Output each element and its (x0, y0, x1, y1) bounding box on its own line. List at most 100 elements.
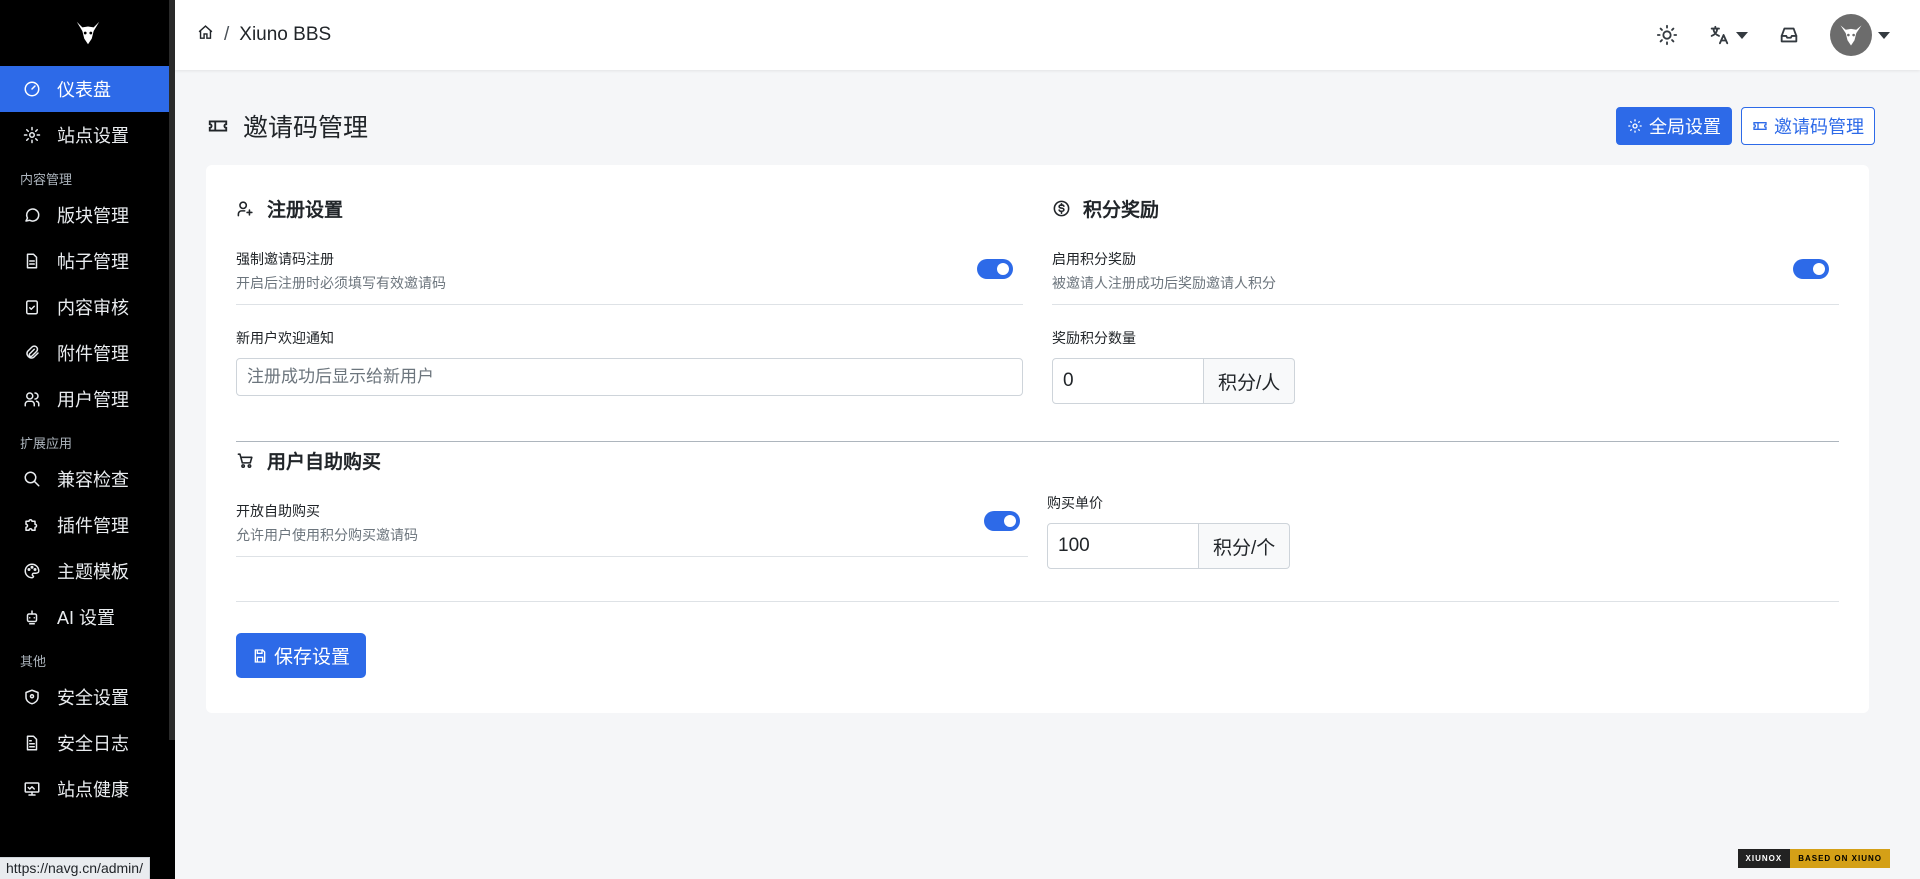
force-invite-row: 强制邀请码注册 开启后注册时必须填写有效邀请码 (236, 249, 1023, 305)
monitor-icon (22, 779, 42, 799)
price-input[interactable] (1047, 523, 1199, 569)
sidebar-item-review[interactable]: 内容审核 (0, 284, 175, 330)
sidebar-section-content: 内容管理 (20, 172, 73, 187)
sidebar-item-label: 版块管理 (57, 206, 129, 226)
topbar: / Xiuno BBS (175, 0, 1920, 70)
sidebar-item-compat-check[interactable]: 兼容检查 (0, 456, 175, 502)
price-unit: 积分/个 (1199, 523, 1291, 569)
translate-icon (1710, 25, 1729, 45)
open-purchase-label: 开放自助购买 (236, 503, 320, 519)
sidebar-item-label: 主题模板 (57, 562, 129, 582)
open-purchase-row: 开放自助购买 允许用户使用积分购买邀请码 (236, 501, 1028, 557)
open-purchase-toggle[interactable] (984, 511, 1020, 531)
logo[interactable] (0, 0, 175, 66)
reward-section-title: 积分奖励 (1052, 195, 1159, 222)
bull-logo-icon (76, 21, 99, 45)
sidebar-item-label: 内容审核 (57, 298, 129, 318)
sidebar-item-site-settings[interactable]: 站点设置 (0, 112, 175, 158)
notifications-button[interactable] (1778, 24, 1800, 46)
reward-amount-unit: 积分/人 (1204, 358, 1296, 404)
sidebar-item-users[interactable]: 用户管理 (0, 376, 175, 422)
enable-reward-desc: 被邀请人注册成功后奖励邀请人积分 (1052, 275, 1276, 291)
welcome-notice-label: 新用户欢迎通知 (236, 330, 334, 346)
inbox-icon (1780, 27, 1798, 43)
user-menu[interactable] (1830, 14, 1890, 56)
theme-toggle-button[interactable] (1656, 24, 1678, 46)
invite-manage-button[interactable]: 邀请码管理 (1741, 107, 1875, 145)
user-plus-icon (237, 201, 253, 217)
breadcrumb-site-name[interactable]: Xiuno BBS (239, 24, 331, 46)
sidebar-item-label: 安全日志 (57, 734, 129, 754)
register-section-title: 注册设置 (236, 195, 343, 222)
sidebar-section-other: 其他 (20, 654, 47, 669)
main-content: 邀请码管理 全局设置 邀请码管理 注册设置 强制邀请码注册 开启后注册时必须填写… (175, 70, 1920, 879)
force-invite-label: 强制邀请码注册 (236, 251, 334, 267)
page-header: 邀请码管理 (207, 108, 368, 144)
chevron-down-icon (1736, 31, 1748, 39)
settings-card: 注册设置 强制邀请码注册 开启后注册时必须填写有效邀请码 新用户欢迎通知 积分奖… (206, 165, 1869, 713)
header-buttons: 全局设置 邀请码管理 (1616, 107, 1875, 145)
top-actions (1656, 0, 1920, 70)
save-icon (254, 648, 266, 663)
sidebar-item-label: 附件管理 (57, 344, 129, 364)
gear-icon (22, 125, 42, 145)
purchase-title-text: 用户自助购买 (267, 452, 382, 473)
breadcrumb: / Xiuno BBS (197, 24, 331, 47)
search-icon (22, 469, 42, 489)
sidebar-item-security-log[interactable]: 安全日志 (0, 720, 175, 766)
status-bar-url: https://navg.cn/admin/ (0, 857, 150, 879)
welcome-notice-input[interactable] (236, 358, 1023, 396)
puzzle-icon (22, 515, 42, 535)
force-invite-toggle[interactable] (977, 259, 1013, 279)
section-divider (236, 441, 1839, 442)
sidebar-item-ai-settings[interactable]: AI 设置 (0, 594, 175, 640)
sidebar-item-site-health[interactable]: 站点健康 (0, 766, 175, 812)
sidebar-section-extend: 扩展应用 (20, 436, 73, 451)
sidebar-item-themes[interactable]: 主题模板 (0, 548, 175, 594)
palette-icon (22, 561, 42, 581)
dashboard-icon (22, 79, 42, 99)
avatar (1830, 14, 1872, 56)
price-label: 购买单价 (1047, 495, 1103, 511)
coin-icon (1053, 200, 1070, 217)
register-title-text: 注册设置 (267, 200, 344, 221)
reward-amount-input[interactable] (1052, 358, 1204, 404)
price-group: 积分/个 (1047, 523, 1291, 569)
footer-badge[interactable]: XIUNOX BASED ON XIUNO (1737, 849, 1890, 868)
ticket-icon (208, 120, 228, 132)
save-settings-label: 保存设置 (274, 647, 351, 668)
reward-amount-group: 积分/人 (1052, 358, 1296, 404)
global-settings-button[interactable]: 全局设置 (1616, 107, 1732, 145)
footer-badge-right: BASED ON XIUNO (1790, 849, 1890, 868)
sidebar-item-dashboard[interactable]: 仪表盘 (0, 66, 175, 112)
sidebar-item-label: 用户管理 (57, 390, 129, 410)
enable-reward-toggle[interactable] (1793, 259, 1829, 279)
invite-manage-label: 邀请码管理 (1774, 117, 1864, 137)
page-title: 邀请码管理 (243, 114, 369, 142)
robot-icon (22, 607, 42, 627)
chevron-down-icon (1878, 31, 1890, 39)
sidebar-item-label: 仪表盘 (57, 80, 111, 100)
purchase-section-title: 用户自助购买 (236, 447, 381, 474)
sidebar: 仪表盘 站点设置 内容管理 版块管理 帖子管理 内容审核 附件管理 用户管理 扩… (0, 0, 175, 879)
sidebar-item-attachments[interactable]: 附件管理 (0, 330, 175, 376)
sun-icon (1656, 24, 1678, 46)
cart-icon (237, 453, 253, 469)
global-settings-label: 全局设置 (1649, 117, 1721, 137)
sidebar-item-label: 帖子管理 (57, 252, 129, 272)
home-icon[interactable] (197, 24, 214, 47)
sidebar-item-security[interactable]: 安全设置 (0, 674, 175, 720)
sidebar-item-plugins[interactable]: 插件管理 (0, 502, 175, 548)
sidebar-item-label: 兼容检查 (57, 470, 129, 490)
sidebar-item-posts[interactable]: 帖子管理 (0, 238, 175, 284)
clipboard-check-icon (22, 297, 42, 317)
save-settings-button[interactable]: 保存设置 (236, 633, 367, 678)
reward-amount-label: 奖励积分数量 (1052, 330, 1136, 346)
paperclip-icon (22, 343, 42, 363)
enable-reward-row: 启用积分奖励 被邀请人注册成功后奖励邀请人积分 (1052, 249, 1839, 305)
sidebar-item-forums[interactable]: 版块管理 (0, 192, 175, 238)
sidebar-item-label: 站点健康 (57, 780, 129, 800)
file-text-icon (22, 733, 42, 753)
language-dropdown[interactable] (1708, 24, 1748, 46)
reward-title-text: 积分奖励 (1083, 200, 1160, 221)
